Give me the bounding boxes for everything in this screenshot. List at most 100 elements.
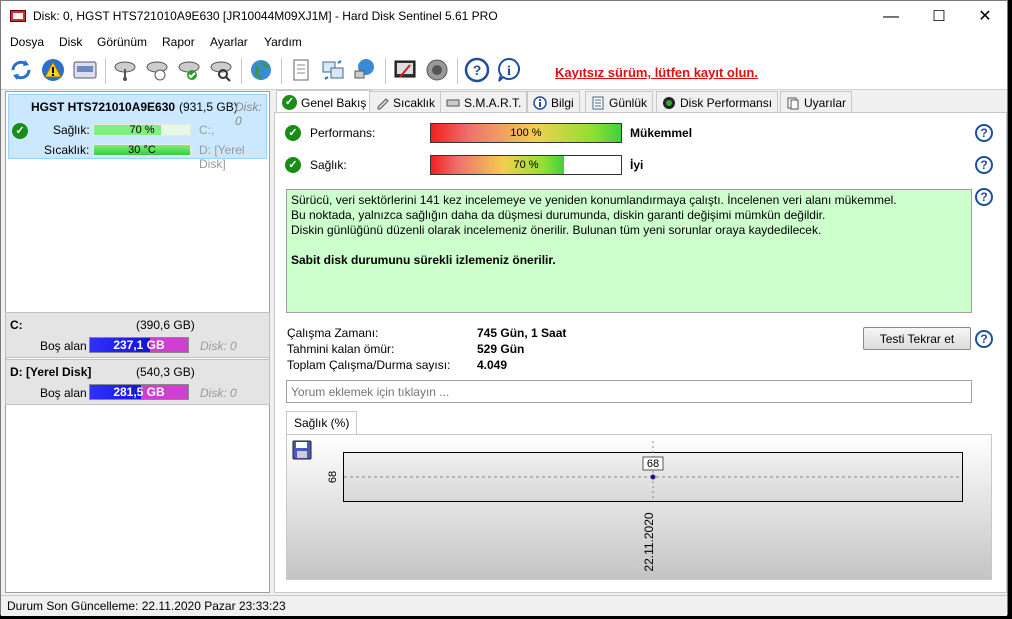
tab-label: Sıcaklık	[393, 95, 436, 110]
comment-input[interactable]	[286, 380, 972, 403]
health-bar: 70 %	[430, 155, 622, 175]
help-icon[interactable]: ?	[975, 156, 993, 174]
drive-d-card[interactable]: D: [Yerel Disk] (540,3 GB) Boş alan 281,…	[5, 359, 270, 405]
internet-icon[interactable]	[247, 56, 275, 84]
tab-label: Disk Performansı	[680, 95, 773, 110]
free-space-bar: 281,5 GB	[89, 384, 189, 400]
close-button[interactable]: ✕	[962, 1, 1008, 32]
chart-svg: 68	[344, 441, 962, 501]
tab-health-chart[interactable]: Sağlık (%)	[286, 411, 358, 435]
message-line: Diskin günlüğünü düzenli olarak inceleme…	[291, 223, 822, 237]
tab-label: Genel Bakış	[301, 95, 367, 110]
disk-name: HGST HTS721010A9E630	[31, 100, 176, 114]
message-recommendation: Sabit disk durumunu sürekli izlemeniz ön…	[291, 253, 556, 267]
tab-temperature[interactable]: Sıcaklık	[369, 91, 442, 113]
settings-icon[interactable]	[391, 56, 419, 84]
tab-alerts[interactable]: Uyarılar	[780, 91, 853, 113]
chart-plot-area: 68	[343, 441, 963, 502]
drive-c-card[interactable]: C: (390,6 GB) Boş alan 237,1 GB Disk: 0	[5, 312, 270, 358]
thermometer-icon	[375, 96, 389, 110]
performance-rating: Mükemmel	[630, 126, 693, 140]
start-stop-label: Toplam Çalışma/Durma sayısı:	[287, 358, 451, 372]
tab-log[interactable]: Günlük	[585, 91, 654, 113]
menu-gorunum[interactable]: Görünüm	[97, 35, 147, 49]
disk-number: Disk: 0	[235, 100, 262, 128]
performance-label: Performans:	[310, 126, 376, 140]
register-link[interactable]: Kayıtsız sürüm, lütfen kayıt olun.	[555, 65, 758, 80]
health-mini-bar: 70 %	[93, 124, 191, 136]
health-ok-icon: ✓	[12, 123, 28, 139]
info-icon	[533, 95, 547, 110]
free-space-bar: 237,1 GB	[89, 337, 189, 353]
warning-icon[interactable]	[39, 56, 67, 84]
save-icon[interactable]	[292, 440, 312, 460]
health-value: 70 %	[513, 159, 539, 171]
menu-disk[interactable]: Disk	[59, 35, 82, 49]
report-icon[interactable]	[287, 56, 315, 84]
help-icon[interactable]: ?	[975, 330, 993, 348]
drive-size: (540,3 GB)	[136, 365, 195, 379]
status-message-box: Sürücü, veri sektörlerini 141 kez incele…	[286, 189, 972, 313]
free-space-value: 281,5 GB	[113, 385, 165, 399]
help-icon[interactable]: ?	[975, 124, 993, 142]
data-point	[650, 474, 656, 480]
performance-ok-icon: ✓	[285, 125, 301, 141]
check-icon: ✓	[282, 95, 297, 110]
free-space-label: Boş alan	[40, 386, 87, 400]
data-label: 68	[647, 458, 659, 470]
drive-letter: D: [Yerel Disk]	[10, 365, 92, 379]
menu-yardim[interactable]: Yardım	[264, 35, 302, 49]
message-line: Bu noktada, yalnızca sağlığın daha da dü…	[291, 208, 826, 222]
gauge-icon	[662, 96, 676, 110]
disk-surface-icon[interactable]	[111, 56, 139, 84]
app-icon	[10, 10, 26, 22]
uptime-label: Çalışma Zamanı:	[287, 326, 379, 340]
status-bar: Durum Son Güncelleme: 22.11.2020 Pazar 2…	[1, 595, 1007, 616]
sound-icon[interactable]	[423, 56, 451, 84]
menu-rapor[interactable]: Rapor	[162, 35, 195, 49]
menu-ayarlar[interactable]: Ayarlar	[210, 35, 248, 49]
tab-disk-performance[interactable]: Disk Performansı	[656, 91, 779, 113]
tab-label: Günlük	[609, 95, 648, 110]
toolbar: ? i Kayıtsız sürüm, lütfen kayıt olun.	[1, 52, 1007, 90]
x-tick-label: 22.11.2020	[642, 512, 656, 572]
drive-size: (390,6 GB)	[136, 318, 195, 332]
tab-smart[interactable]: S.M.A.R.T.	[440, 91, 528, 113]
maximize-button[interactable]: ☐	[916, 1, 962, 32]
info-icon[interactable]: i	[495, 56, 523, 84]
menu-bar: Dosya Disk Görünüm Rapor Ayarlar Yardım	[1, 32, 1007, 52]
help-icon[interactable]: ?	[975, 188, 993, 206]
refresh-icon[interactable]	[7, 56, 35, 84]
disk-card[interactable]: HGST HTS721010A9E630 (931,5 GB) Disk: 0 …	[8, 94, 267, 171]
temperature-label: Sıcaklık:	[44, 143, 90, 157]
network-icon[interactable]	[351, 56, 379, 84]
minimize-button[interactable]: —	[868, 1, 914, 32]
svg-text:?: ?	[473, 62, 482, 78]
message-line: Sürücü, veri sektörlerini 141 kez incele…	[291, 193, 897, 207]
free-space-value: 237,1 GB	[113, 338, 165, 352]
remaining-life-value: 529 Gün	[477, 342, 525, 356]
free-space-label: Boş alan	[40, 339, 87, 353]
disk-size: (931,5 GB)	[179, 100, 238, 114]
tab-label: Bilgi	[551, 95, 574, 110]
title-bar: Disk: 0, HGST HTS721010A9E630 [JR10044M0…	[1, 1, 1007, 32]
menu-dosya[interactable]: Dosya	[10, 35, 44, 49]
drive-c-ref: C:,	[199, 123, 215, 137]
disk-check-icon[interactable]	[175, 56, 203, 84]
log-icon	[591, 96, 605, 110]
health-ok-icon: ✓	[285, 157, 301, 173]
tab-bar: ✓ Genel Bakış Sıcaklık S.M.A.R.T. Bilgi G…	[274, 90, 1007, 114]
disk-test-icon[interactable]	[143, 56, 171, 84]
status-text: Durum Son Güncelleme: 22.11.2020 Pazar 2…	[7, 599, 286, 613]
disk-info-icon[interactable]	[71, 56, 99, 84]
disk-icon	[446, 96, 460, 110]
tab-info[interactable]: Bilgi	[527, 91, 580, 113]
disk-search-icon[interactable]	[207, 56, 235, 84]
tab-label: Uyarılar	[804, 95, 847, 110]
sync-icon[interactable]	[319, 56, 347, 84]
help-icon[interactable]: ?	[463, 56, 491, 84]
start-stop-value: 4.049	[477, 358, 508, 372]
temperature-mini-bar: 30 °C	[93, 144, 191, 156]
tab-overview[interactable]: ✓ Genel Bakış	[276, 90, 373, 114]
retest-button[interactable]: Testi Tekrar et	[863, 327, 971, 350]
